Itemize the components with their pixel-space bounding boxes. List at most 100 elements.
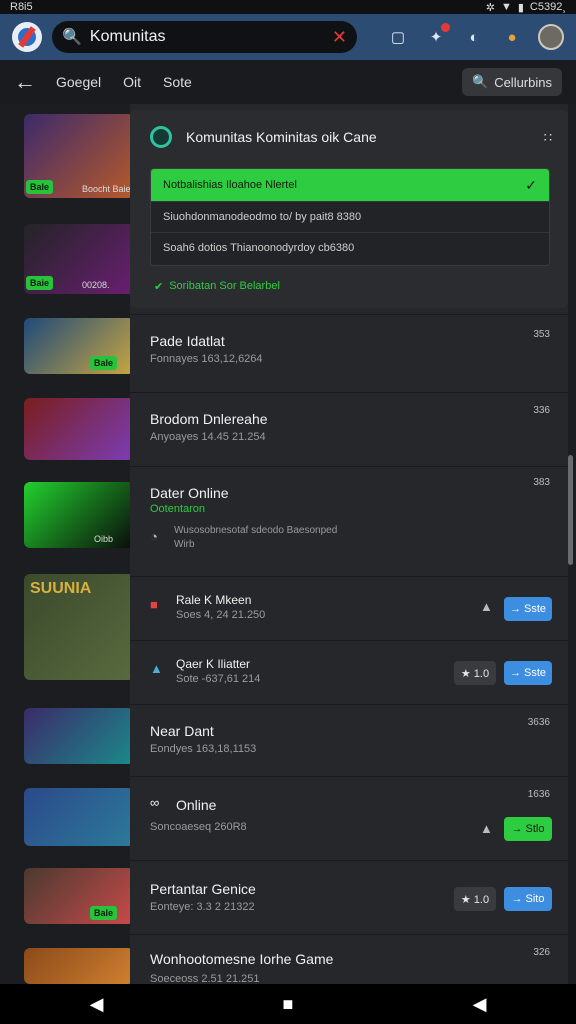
square-icon[interactable]: ▢ xyxy=(386,25,410,49)
notifications-icon[interactable]: ✦ xyxy=(424,23,450,49)
game-thumbnail[interactable]: Bale xyxy=(24,868,134,924)
search-bar[interactable]: 🔍 Komunitas ✕ xyxy=(52,21,357,53)
list-item-name: Near Dant xyxy=(150,723,214,739)
tab-2[interactable]: Oit xyxy=(123,74,141,90)
sub-navigation: ← Goegel Oit Sote 🔍 Cellurbins xyxy=(0,60,576,104)
game-thumbnail[interactable] xyxy=(24,708,134,764)
open-button[interactable]: → Sste xyxy=(504,661,552,685)
community-button-label: Cellurbins xyxy=(494,74,552,90)
list-item[interactable]: Near Dant Eondyes 163,18,1153 3636 xyxy=(130,704,568,774)
game-icon: ■ xyxy=(150,597,158,612)
list-item[interactable]: ∞ Online Soncoaeseq 260R8 1636 ▲ → Stlo xyxy=(130,776,568,858)
game-thumbnail[interactable]: SUUNIA xyxy=(24,574,134,680)
open-button-label: Sito xyxy=(525,893,545,905)
app-logo[interactable] xyxy=(12,22,42,52)
list-item-count: 353 xyxy=(533,329,550,340)
recents-icon[interactable]: ◀ xyxy=(473,994,487,1015)
list-item-sub: Eonteye: 3.3 2 21322 xyxy=(150,901,255,913)
arrow-icon: → xyxy=(509,667,521,679)
list-item-name: Qaer K Iliatter xyxy=(176,657,251,671)
battery-icon: ▮ xyxy=(517,1,524,14)
list-item-name: Pertantar Genice xyxy=(150,881,256,897)
open-button[interactable]: → Sito xyxy=(504,887,552,911)
community-dropdown[interactable]: Notbalishias Iloahoe Nlertel ✓ Siuohdonm… xyxy=(150,168,550,266)
game-thumbnail[interactable] xyxy=(24,788,134,846)
game-thumbnail[interactable]: Bale xyxy=(24,318,134,374)
list-item-count: 326 xyxy=(533,947,550,958)
list-item[interactable]: Pertantar Genice Eonteye: 3.3 2 21322 ★ … xyxy=(130,860,568,932)
game-thumbnail[interactable]: Bale Boocht Baie xyxy=(24,114,134,198)
list-item[interactable]: ▲ Qaer K Iliatter Sote -637,61 214 ★ 1.0… xyxy=(130,640,568,702)
list-item-count: 3636 xyxy=(527,717,550,728)
community-button[interactable]: 🔍 Cellurbins xyxy=(462,68,562,96)
scrollbar[interactable] xyxy=(568,455,573,565)
list-item-count: 1636 xyxy=(527,789,550,800)
list-item[interactable]: Brodom Dnlereahe Anyoayes 14.45 21.254 3… xyxy=(130,392,568,464)
play-button[interactable]: → Stlo xyxy=(504,817,552,841)
back-icon[interactable]: ◀ xyxy=(90,994,104,1015)
arrow-icon: → xyxy=(511,823,523,835)
search-icon: 🔍 xyxy=(472,74,489,89)
info-icon: ◔ xyxy=(150,529,158,544)
status-right: C5392¸ xyxy=(529,1,566,13)
dropdown-option[interactable]: Soah6 dotios Thianoonodyrdoy cb6380 xyxy=(151,232,549,263)
confirmation-label: Soribatan Sor Belarbel xyxy=(169,280,280,292)
list-item[interactable]: Pade Idatlat Fonnayes 163,12,6264 353 xyxy=(130,314,568,390)
rating-badge: ★ 1.0 xyxy=(454,887,496,911)
status-bar: R8i5 ✲ ▼ ▮ C5392¸ xyxy=(0,0,576,14)
more-options-icon[interactable]: ∷ xyxy=(544,130,552,146)
dropdown-option[interactable]: Siuohdonmanodeodmo to/ by pait8 8380 xyxy=(151,201,549,232)
thumb-meta: Oibb xyxy=(94,534,114,544)
community-title: Komunitas Kominitas oik Cane xyxy=(150,126,377,148)
open-button-label: Sste xyxy=(523,603,546,615)
list-item-sub: Eondyes 163,18,1153 xyxy=(150,743,257,755)
clear-icon[interactable]: ✕ xyxy=(332,27,347,48)
tab-1[interactable]: Goegel xyxy=(56,74,101,90)
list-item-sub: Soes 4, 24 21.250 xyxy=(176,609,266,621)
arrow-icon: → xyxy=(509,603,521,615)
check-icon: ✔ xyxy=(154,281,164,293)
list-item-name: Pade Idatlat xyxy=(150,333,225,349)
list-item-status: Ootentaron xyxy=(150,503,206,515)
bookmark-icon[interactable]: ▲ xyxy=(480,599,493,614)
thumb-meta: 00208. xyxy=(82,280,110,290)
list-item[interactable]: ■ Rale K Mkeen Soes 4, 24 21.250 ▲ → Sste xyxy=(130,576,568,638)
list-item-name: Wonhootomesne Iorhe Game xyxy=(150,951,334,967)
notification-dot xyxy=(441,23,450,32)
game-icon[interactable]: ◐ xyxy=(462,25,486,49)
thumb-meta: SUUNIA xyxy=(30,580,92,597)
bluetooth-icon: ✲ xyxy=(485,1,495,14)
list-item-extra: Wirb xyxy=(174,539,195,550)
open-button-label: Sste xyxy=(523,667,546,679)
list-item-sub: Anyoayes 14.45 21.254 xyxy=(150,431,266,443)
game-thumbnail[interactable] xyxy=(24,398,134,460)
system-nav-bar: ◀ ■ ◀ xyxy=(0,984,576,1024)
home-icon[interactable]: ■ xyxy=(283,994,294,1015)
list-item-extra: Wusosobnesotaf sdeodo Baesonped xyxy=(174,525,338,536)
dropdown-selected-label: Notbalishias Iloahoe Nlertel xyxy=(163,179,297,191)
list-item-count: 336 xyxy=(533,405,550,416)
confirmation-text: ✔ Soribatan Sor Belarbel xyxy=(154,280,280,293)
wifi-icon: ▼ xyxy=(500,1,512,13)
coin-icon[interactable]: ● xyxy=(500,25,524,49)
game-thumbnail[interactable] xyxy=(24,948,134,984)
dropdown-selected[interactable]: Notbalishias Iloahoe Nlertel ✓ xyxy=(151,169,549,201)
back-arrow-icon[interactable]: ← xyxy=(14,69,36,95)
list-item-name: Dater Online xyxy=(150,485,229,501)
list-item[interactable]: Dater Online Ootentaron ◔ Wusosobnesotaf… xyxy=(130,466,568,574)
list-item-name: Brodom Dnlereahe xyxy=(150,411,268,427)
game-thumbnail[interactable]: Baie 00208. xyxy=(24,224,134,294)
list-item-count: 383 xyxy=(533,477,550,488)
list-item-name: Rale K Mkeen xyxy=(176,593,252,607)
thumb-badge: Baie xyxy=(26,276,54,290)
tab-3[interactable]: Sote xyxy=(163,74,192,90)
community-icon xyxy=(150,126,172,148)
open-button[interactable]: → Sste xyxy=(504,597,552,621)
game-thumbnail[interactable]: Oibb xyxy=(24,482,134,548)
list-item[interactable]: Wonhootomesne Iorhe Game Soeceoss 2.51 2… xyxy=(130,934,568,985)
search-input[interactable]: Komunitas xyxy=(90,28,324,46)
bookmark-icon[interactable]: ▲ xyxy=(480,821,493,836)
list-item-sub: Soncoaeseq 260R8 xyxy=(150,821,247,833)
avatar[interactable] xyxy=(538,24,564,50)
thumb-badge: Bale xyxy=(26,180,54,194)
